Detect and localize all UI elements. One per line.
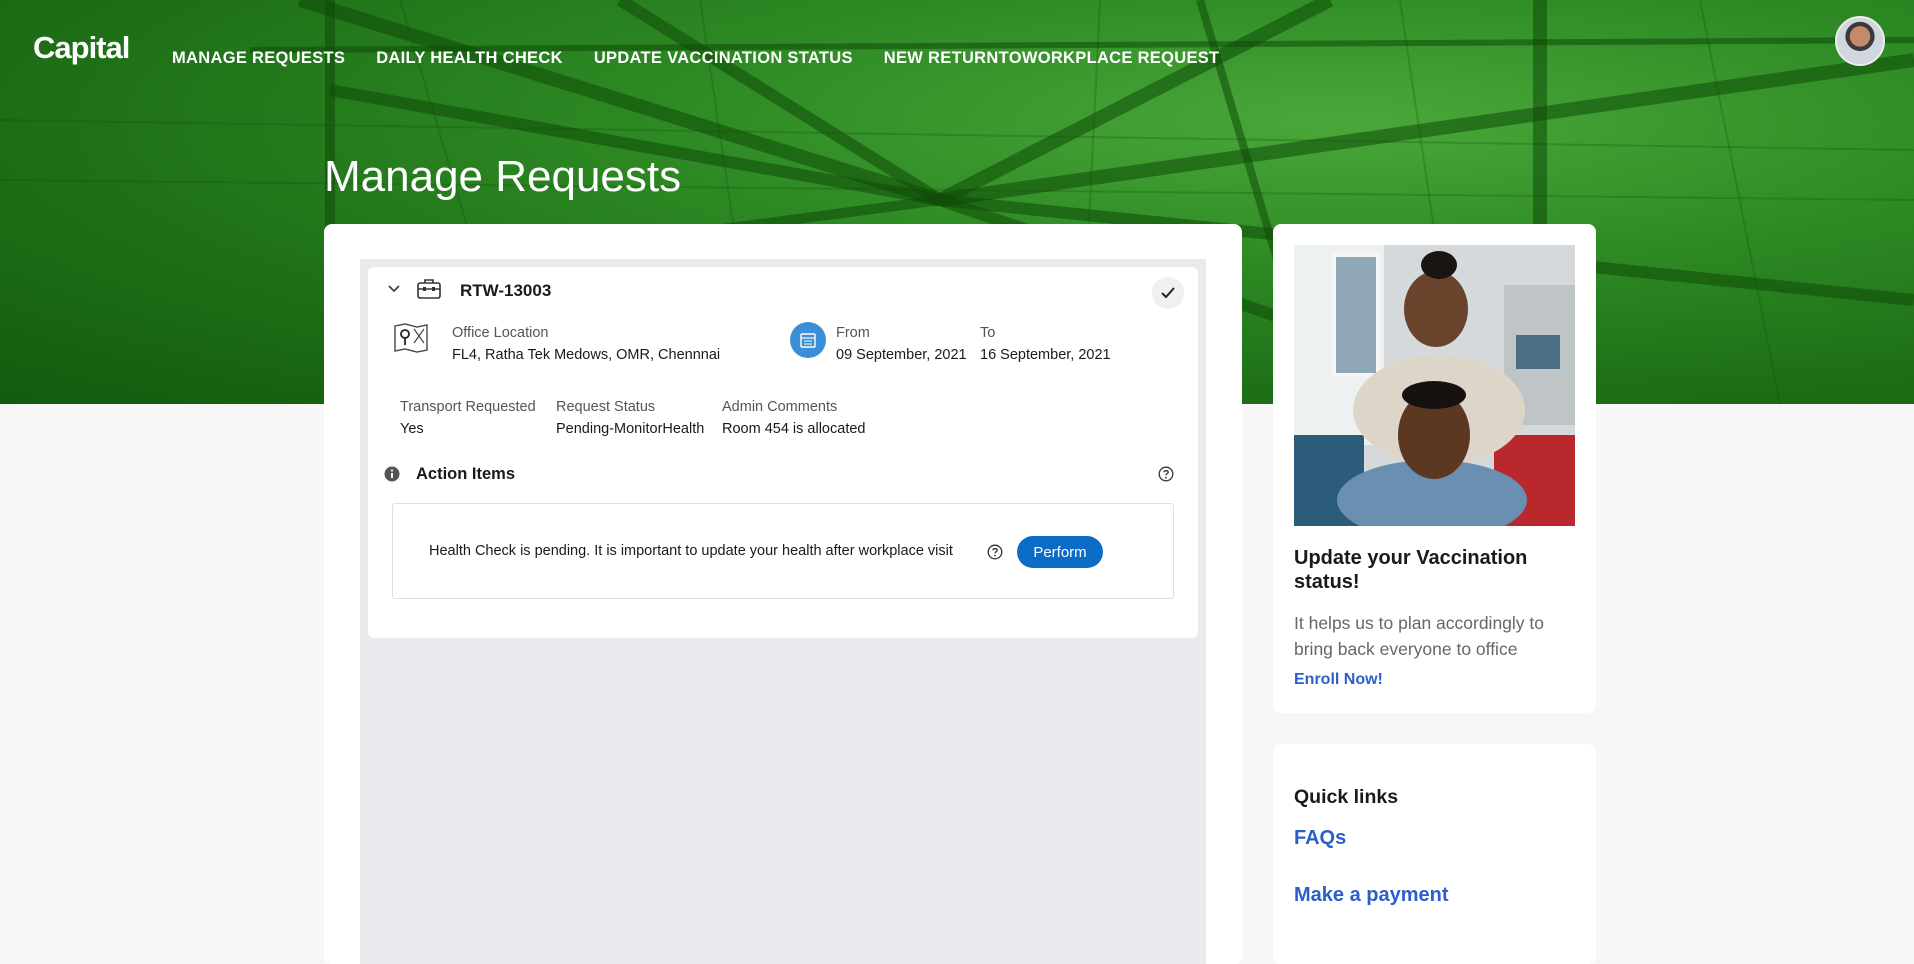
- faqs-link[interactable]: FAQs: [1294, 827, 1346, 850]
- nav-manage-requests[interactable]: MANAGE REQUESTS: [172, 49, 345, 68]
- admin-comments-value: Room 454 is allocated: [722, 421, 866, 437]
- main-nav: MANAGE REQUESTS DAILY HEALTH CHECK UPDAT…: [172, 49, 1219, 68]
- request-id[interactable]: RTW-13003: [460, 281, 551, 301]
- office-location-label: Office Location: [452, 325, 549, 341]
- nav-update-vaccination-status[interactable]: UPDATE VACCINATION STATUS: [594, 49, 853, 68]
- perform-button[interactable]: Perform: [1017, 536, 1103, 568]
- vaccination-promo-card: Update your Vaccination status! It helps…: [1273, 224, 1596, 713]
- map-location-icon: [394, 323, 428, 358]
- request-status-label: Request Status: [556, 399, 656, 415]
- nav-daily-health-check[interactable]: DAILY HEALTH CHECK: [376, 49, 563, 68]
- help-icon[interactable]: [1158, 466, 1174, 487]
- check-icon[interactable]: [1152, 277, 1184, 309]
- requests-list: RTW-13003 Office Location FL4, Ratha Tek…: [360, 259, 1206, 964]
- action-items-heading: Action Items: [416, 465, 516, 483]
- promo-photo: [1294, 245, 1575, 526]
- chevron-down-icon[interactable]: [386, 281, 402, 302]
- briefcase-icon: [416, 277, 442, 306]
- requests-panel: RTW-13003 Office Location FL4, Ratha Tek…: [324, 224, 1242, 964]
- user-avatar[interactable]: [1835, 16, 1885, 66]
- enroll-now-link[interactable]: Enroll Now!: [1294, 671, 1383, 689]
- request-status-value: Pending-MonitorHealth: [556, 421, 705, 437]
- capital-logo[interactable]: Capital: [33, 30, 130, 66]
- action-help-icon[interactable]: [987, 544, 1003, 565]
- action-item-text: Health Check is pending. It is important…: [429, 543, 953, 559]
- page-title: Manage Requests: [324, 152, 682, 201]
- nav-new-rtw-request[interactable]: NEW RETURNTOWORKPLACE REQUEST: [884, 49, 1220, 68]
- info-icon: [384, 466, 400, 487]
- admin-comments-label: Admin Comments: [722, 399, 838, 415]
- to-label: To: [980, 325, 996, 341]
- transport-value: Yes: [400, 421, 424, 437]
- promo-text: It helps us to plan accordingly to bring…: [1294, 613, 1545, 659]
- action-item-box: Health Check is pending. It is important…: [392, 503, 1174, 599]
- quick-links-title: Quick links: [1294, 786, 1399, 808]
- promo-title: Update your Vaccination status!: [1294, 547, 1528, 593]
- top-navigation: Capital MANAGE REQUESTS DAILY HEALTH CHE…: [0, 0, 1914, 100]
- from-label: From: [836, 325, 870, 341]
- office-location-value: FL4, Ratha Tek Medows, OMR, Chennnai: [452, 347, 721, 363]
- transport-label: Transport Requested: [400, 399, 536, 415]
- request-card: RTW-13003 Office Location FL4, Ratha Tek…: [368, 267, 1198, 638]
- calendar-icon: [790, 322, 826, 358]
- quick-links-card: Quick links FAQs Make a payment: [1273, 744, 1596, 964]
- from-date: 09 September, 2021: [836, 347, 967, 363]
- make-payment-link[interactable]: Make a payment: [1294, 884, 1449, 907]
- to-date: 16 September, 2021: [980, 347, 1111, 363]
